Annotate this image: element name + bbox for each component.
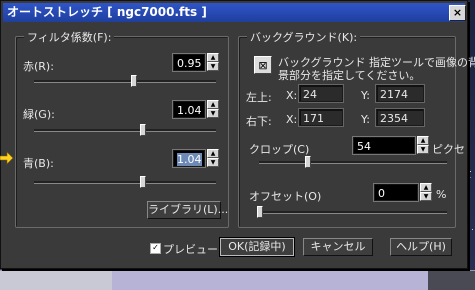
spin-up-icon[interactable]: ▲ [417,136,429,145]
pointer-arrow-icon [0,151,14,165]
star [472,229,473,230]
auto-stretch-dialog: オートストレッチ [ ngc7000.fts ] × フィルタ係数(F): 赤(… [0,0,475,269]
blue-value-input[interactable]: 1.04 [173,150,205,167]
blue-label: 青(B): [23,157,54,170]
offset-label: オフセット(O) [249,190,322,203]
cancel-button[interactable]: キャンセル [303,238,373,256]
title-bar[interactable]: オートストレッチ [ ngc7000.fts ] × [3,3,466,22]
background-group-label: バックグラウンド(K): [247,29,361,45]
clip-slider-track[interactable] [259,161,447,164]
library-button[interactable]: ライブラリ(L)... [147,201,228,219]
taskbar-strip [0,270,475,290]
green-slider-thumb[interactable] [140,124,146,136]
lower-right-x-field: 171 [299,109,343,126]
green-label: 緑(G): [23,108,55,121]
ok-button[interactable]: OK(記録中) [220,238,294,256]
red-value-input[interactable]: 0.95 [173,54,205,71]
spin-down-icon[interactable]: ▼ [420,192,432,201]
lower-right-x-label: X: [286,113,298,126]
red-label: 赤(R): [23,60,54,73]
star [468,120,469,121]
upper-left-y-label: Y: [361,89,370,102]
green-slider-track[interactable] [34,129,216,132]
upper-left-x-label: X: [286,89,298,102]
spin-down-icon[interactable]: ▼ [207,158,219,167]
lower-right-y-field: 2354 [376,109,424,126]
help-button[interactable]: ヘルプ(H) [390,238,452,256]
star [470,171,471,172]
spin-down-icon[interactable]: ▼ [207,109,219,118]
green-value-input[interactable]: 1.04 [173,101,205,118]
filter-group-label: フィルタ係数(F): [24,29,115,45]
green-spinner[interactable]: ▲ ▼ [207,100,219,119]
clip-unit: ピクセ [432,143,465,156]
offset-slider-thumb[interactable] [257,206,263,218]
taskbar-right [428,271,475,290]
upper-left-x-field: 24 [299,85,343,102]
red-slider-thumb[interactable] [131,75,137,87]
spin-down-icon[interactable]: ▼ [417,145,429,154]
window-title: オートストレッチ [ ngc7000.fts ] [7,5,207,19]
offset-unit: % [436,188,447,201]
spin-up-icon[interactable]: ▲ [207,149,219,158]
star [470,177,471,178]
upper-left-label: 左上: [246,91,272,104]
offset-spinner[interactable]: ▲ ▼ [420,183,432,202]
background-tool-icon[interactable]: ⊠ [254,56,272,74]
offset-value-input[interactable]: 0 [374,184,418,201]
lower-right-label: 右下: [246,115,272,128]
clip-value-input[interactable]: 54 [353,137,415,154]
hint-line-2: 景部分を指定してください。 [278,69,421,82]
taskbar-middle [112,271,428,290]
spin-down-icon[interactable]: ▼ [207,62,219,71]
red-spinner[interactable]: ▲ ▼ [207,53,219,72]
red-slider-track[interactable] [34,80,216,83]
clip-slider-thumb[interactable] [305,156,311,168]
blue-spinner[interactable]: ▲ ▼ [207,149,219,168]
offset-slider-track[interactable] [259,211,447,214]
clip-spinner[interactable]: ▲ ▼ [417,136,429,155]
spin-up-icon[interactable]: ▲ [420,183,432,192]
upper-left-y-field: 2174 [376,85,424,102]
blue-slider-thumb[interactable] [140,176,146,188]
spin-up-icon[interactable]: ▲ [207,100,219,109]
preview-checkbox[interactable]: ✓ [150,243,161,254]
close-icon[interactable]: × [449,5,466,21]
blue-slider-track[interactable] [34,181,216,184]
lower-right-y-label: Y: [361,113,370,126]
clip-label: クロップ(C) [249,143,310,156]
spin-up-icon[interactable]: ▲ [207,53,219,62]
